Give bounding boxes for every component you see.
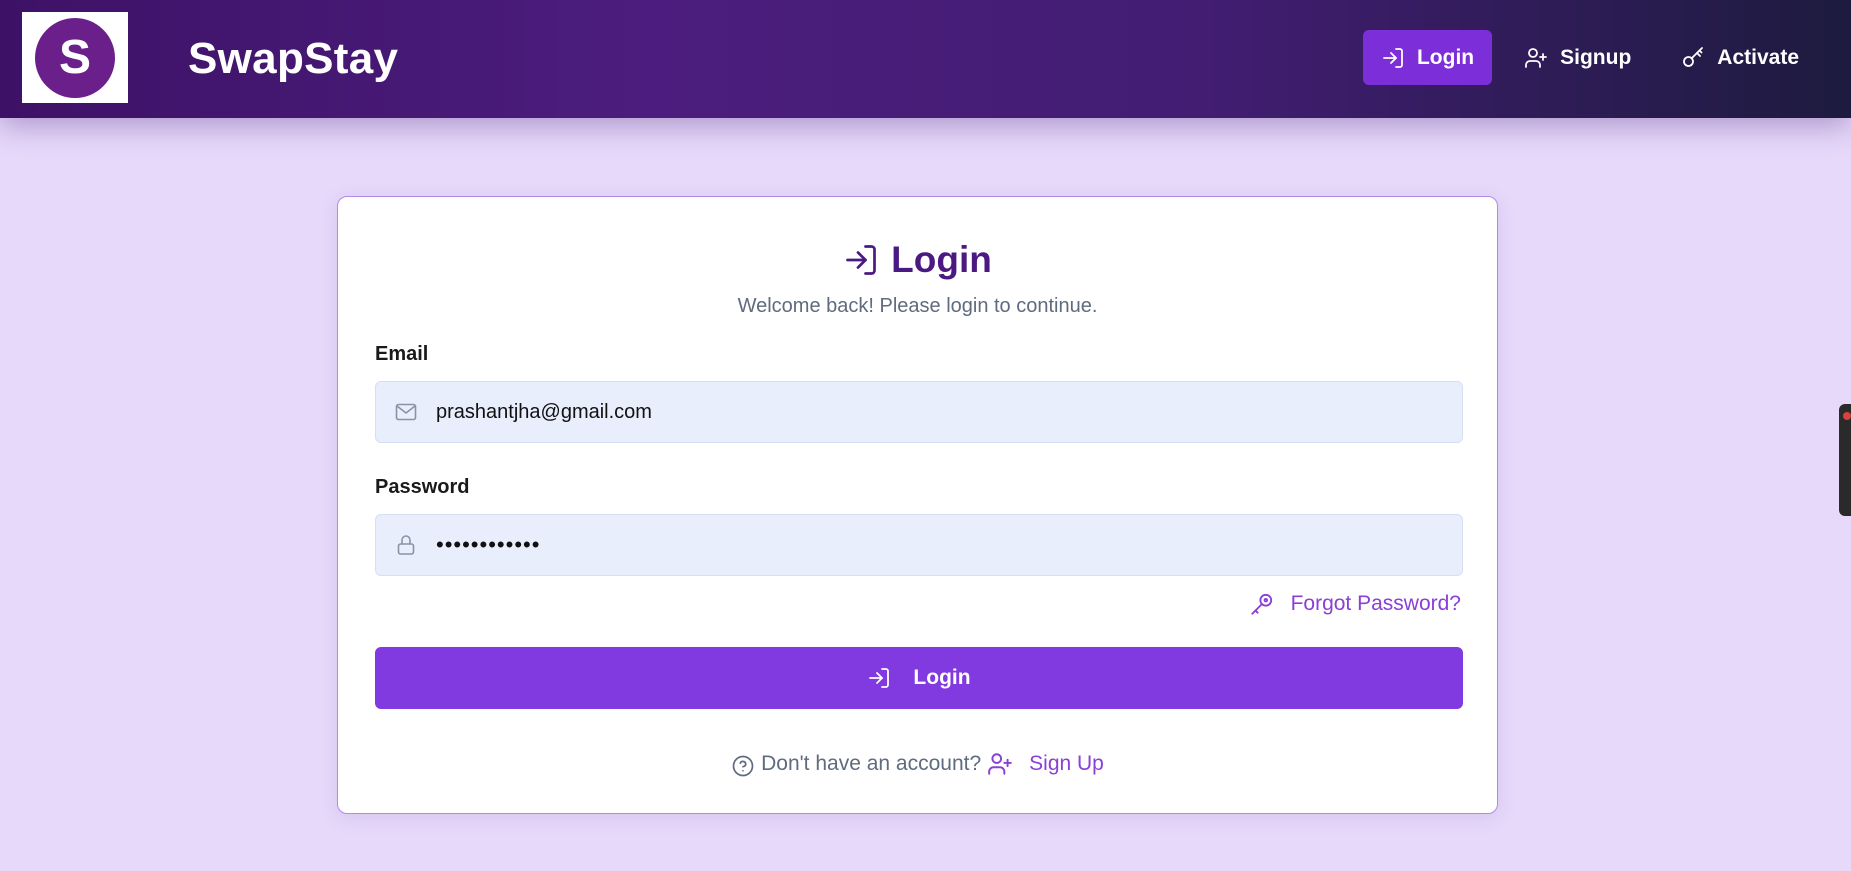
email-label: Email [375, 343, 429, 365]
nav-links: Login Signup Activate [1362, 30, 1817, 85]
login-submit-label: Login [913, 666, 971, 689]
signup-link-label: Sign Up [1029, 752, 1104, 775]
nav-login-label: Login [1416, 45, 1475, 69]
question-circle-icon [732, 755, 754, 777]
nav-login-link[interactable]: Login [1362, 30, 1493, 85]
password-field[interactable] [375, 514, 1463, 576]
login-icon [869, 668, 890, 688]
nav-signup-link[interactable]: Signup [1506, 30, 1649, 85]
logo-letter: S [35, 17, 115, 98]
forgot-password-link[interactable]: Forgot Password? [1249, 591, 1461, 617]
login-title-text: Login [891, 239, 992, 280]
key-icon [1683, 46, 1704, 67]
logo[interactable]: S [22, 12, 128, 103]
login-icon [846, 245, 877, 275]
signup-link[interactable]: Sign Up [987, 751, 1104, 777]
login-icon [1383, 47, 1403, 68]
record-dot-icon [1843, 412, 1851, 420]
email-input[interactable] [436, 400, 1416, 424]
user-plus-icon [988, 753, 1012, 775]
email-field[interactable] [375, 381, 1463, 443]
user-plus-icon [1525, 47, 1548, 68]
envelope-icon [395, 403, 417, 421]
login-card: Login Welcome back! Please login to cont… [337, 196, 1498, 814]
nav-activate-link[interactable]: Activate [1663, 30, 1817, 85]
lock-icon [397, 535, 415, 555]
no-account-text: Don't have an account? [761, 752, 982, 775]
login-title: Login [338, 239, 1497, 281]
login-submit-button[interactable]: Login [375, 647, 1463, 709]
side-extension-tab[interactable] [1839, 404, 1851, 516]
password-label: Password [375, 476, 470, 498]
nav-signup-label: Signup [1560, 45, 1632, 69]
key-icon [1250, 593, 1272, 615]
brand-name[interactable]: SwapStay [188, 34, 398, 84]
password-input[interactable] [436, 532, 1416, 558]
login-subtitle: Welcome back! Please login to continue. [737, 295, 1098, 317]
top-navbar: S SwapStay Login Signup Activate [0, 0, 1851, 118]
nav-activate-label: Activate [1717, 45, 1799, 69]
signup-prompt: Don't have an account? Sign Up [338, 750, 1497, 778]
forgot-password-label: Forgot Password? [1290, 592, 1461, 615]
